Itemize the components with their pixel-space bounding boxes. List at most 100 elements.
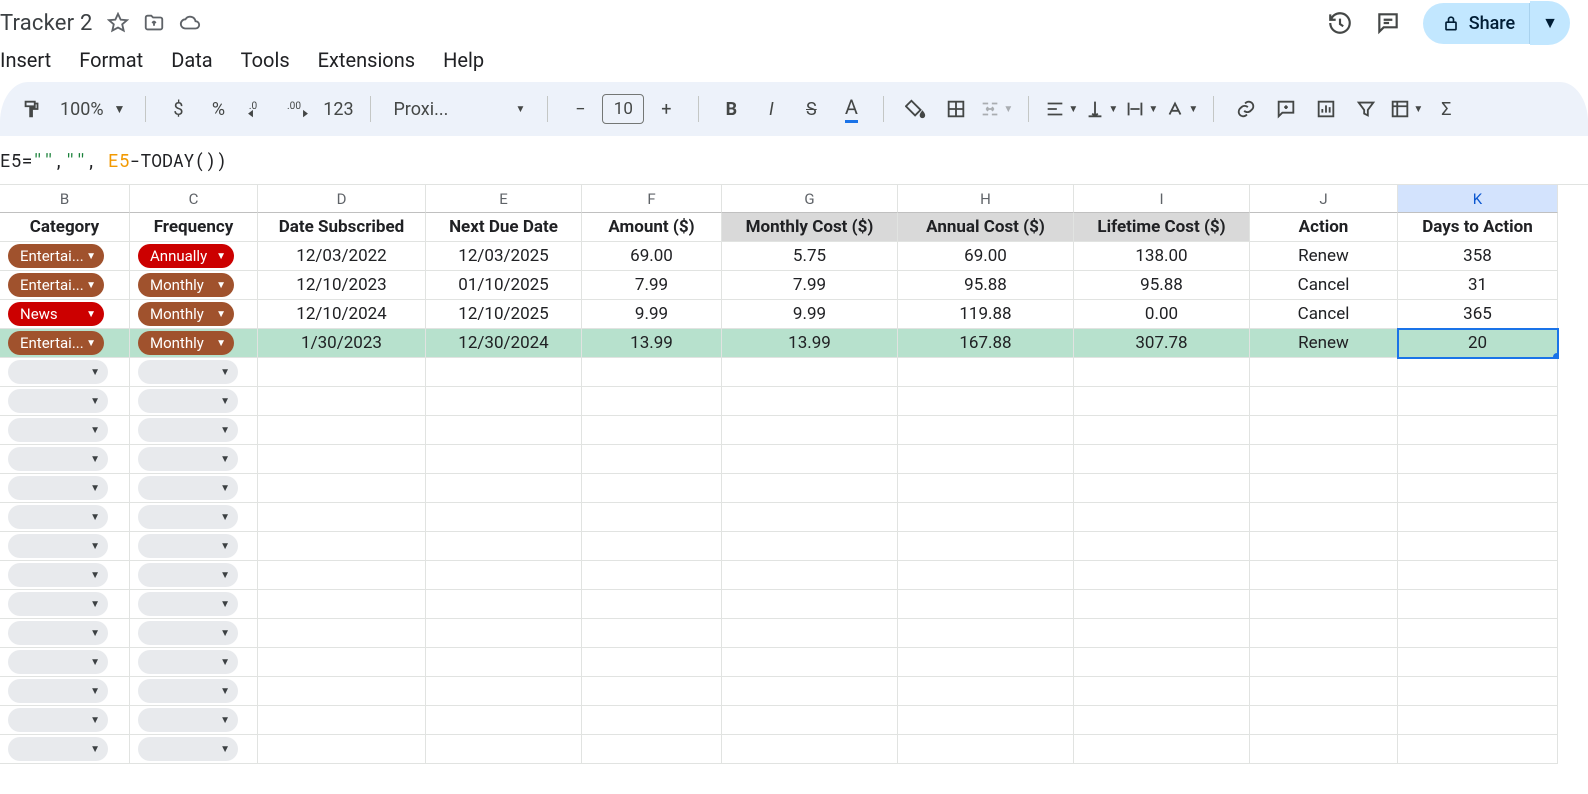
cell[interactable]: Renew <box>1250 329 1398 358</box>
cell[interactable] <box>258 387 426 416</box>
cell[interactable] <box>1398 387 1558 416</box>
cell[interactable] <box>898 387 1074 416</box>
cell[interactable] <box>1398 474 1558 503</box>
decrease-decimal-icon[interactable]: .0 <box>240 92 276 126</box>
col-header-J[interactable]: J <box>1250 185 1398 213</box>
font-size-input[interactable]: 10 <box>602 94 644 124</box>
empty-pill[interactable]: ▼ <box>138 418 238 442</box>
increase-decimal-icon[interactable]: .00 <box>280 92 316 126</box>
column-headers[interactable]: BCDEFGHIJK <box>0 185 1588 213</box>
cell[interactable] <box>722 532 898 561</box>
empty-pill[interactable]: ▼ <box>138 621 238 645</box>
cell[interactable] <box>1250 590 1398 619</box>
cell[interactable] <box>582 619 722 648</box>
h-align-icon[interactable]: ▼ <box>1043 92 1079 126</box>
header-cell[interactable]: Category <box>0 213 130 242</box>
cell[interactable]: 13.99 <box>722 329 898 358</box>
merge-cells-icon[interactable]: ▼ <box>978 92 1014 126</box>
cell[interactable]: ▼ <box>130 503 258 532</box>
cell[interactable]: 69.00 <box>898 242 1074 271</box>
menu-format[interactable]: Format <box>79 48 143 72</box>
cell[interactable]: ▼ <box>0 648 130 677</box>
cell[interactable] <box>582 590 722 619</box>
insert-chart-icon[interactable] <box>1308 92 1344 126</box>
cell[interactable] <box>1250 503 1398 532</box>
cell[interactable] <box>1250 677 1398 706</box>
header-cell[interactable]: Annual Cost ($) <box>898 213 1074 242</box>
cell[interactable]: Monthly▼ <box>130 300 258 329</box>
cell[interactable]: 95.88 <box>898 271 1074 300</box>
cell[interactable] <box>582 648 722 677</box>
cell[interactable]: Entertai...▼ <box>0 271 130 300</box>
cell[interactable]: Annually▼ <box>130 242 258 271</box>
cell[interactable] <box>722 619 898 648</box>
cell[interactable] <box>426 648 582 677</box>
cell[interactable] <box>582 561 722 590</box>
cell[interactable] <box>258 532 426 561</box>
menu-help[interactable]: Help <box>443 48 484 72</box>
cell[interactable]: ▼ <box>130 416 258 445</box>
cell[interactable]: ▼ <box>130 561 258 590</box>
empty-pill[interactable]: ▼ <box>138 447 238 471</box>
cell[interactable] <box>258 619 426 648</box>
cell[interactable] <box>582 735 722 764</box>
cell[interactable] <box>1074 561 1250 590</box>
cell[interactable] <box>1398 706 1558 735</box>
cell[interactable] <box>582 677 722 706</box>
percent-icon[interactable]: % <box>200 92 236 126</box>
cell[interactable]: ▼ <box>130 590 258 619</box>
cell[interactable]: ▼ <box>130 677 258 706</box>
menu-insert[interactable]: Insert <box>0 48 51 72</box>
empty-pill[interactable]: ▼ <box>8 621 108 645</box>
cell[interactable] <box>1074 590 1250 619</box>
cell[interactable] <box>898 677 1074 706</box>
cell[interactable] <box>582 445 722 474</box>
cell[interactable]: ▼ <box>0 532 130 561</box>
italic-icon[interactable]: I <box>753 92 789 126</box>
frequency-pill[interactable]: Monthly▼ <box>138 331 234 355</box>
col-header-C[interactable]: C <box>130 185 258 213</box>
frequency-pill[interactable]: Annually▼ <box>138 244 234 268</box>
header-cell[interactable]: Monthly Cost ($) <box>722 213 898 242</box>
cell[interactable] <box>258 706 426 735</box>
cell[interactable] <box>1074 387 1250 416</box>
cell[interactable] <box>1250 561 1398 590</box>
cell[interactable] <box>258 416 426 445</box>
cell[interactable] <box>1074 619 1250 648</box>
cell[interactable]: 138.00 <box>1074 242 1250 271</box>
cell[interactable] <box>1250 387 1398 416</box>
cell[interactable]: 9.99 <box>722 300 898 329</box>
cell[interactable] <box>1398 677 1558 706</box>
header-cell[interactable]: Days to Action <box>1398 213 1558 242</box>
cell[interactable] <box>722 706 898 735</box>
cell[interactable]: 7.99 <box>582 271 722 300</box>
cell[interactable]: ▼ <box>0 503 130 532</box>
empty-pill[interactable]: ▼ <box>8 418 108 442</box>
cell[interactable]: 307.78 <box>1074 329 1250 358</box>
empty-pill[interactable]: ▼ <box>8 534 108 558</box>
col-header-E[interactable]: E <box>426 185 582 213</box>
cell[interactable] <box>1074 358 1250 387</box>
cell[interactable] <box>258 474 426 503</box>
cell[interactable] <box>1074 735 1250 764</box>
filter-views-icon[interactable]: ▼ <box>1388 92 1424 126</box>
cell[interactable]: ▼ <box>130 445 258 474</box>
col-header-H[interactable]: H <box>898 185 1074 213</box>
frequency-pill[interactable]: Monthly▼ <box>138 273 234 297</box>
cell[interactable] <box>426 619 582 648</box>
cell[interactable]: Entertai...▼ <box>0 242 130 271</box>
cell[interactable] <box>426 474 582 503</box>
insert-comment-icon[interactable] <box>1268 92 1304 126</box>
cell[interactable] <box>1398 416 1558 445</box>
cell[interactable] <box>1074 532 1250 561</box>
cell[interactable]: ▼ <box>130 706 258 735</box>
empty-pill[interactable]: ▼ <box>8 737 108 761</box>
cell[interactable] <box>722 735 898 764</box>
empty-pill[interactable]: ▼ <box>8 476 108 500</box>
cell[interactable] <box>426 677 582 706</box>
cell[interactable]: ▼ <box>0 561 130 590</box>
cell[interactable]: ▼ <box>0 387 130 416</box>
cell[interactable]: Renew <box>1250 242 1398 271</box>
menu-tools[interactable]: Tools <box>241 48 290 72</box>
empty-pill[interactable]: ▼ <box>138 389 238 413</box>
